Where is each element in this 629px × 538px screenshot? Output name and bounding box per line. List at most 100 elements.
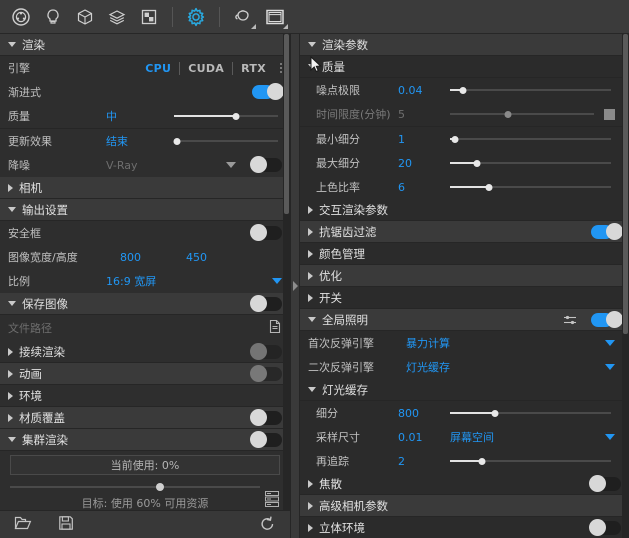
section-render[interactable]: 渲染 [0,34,290,56]
light-bulb-icon[interactable] [38,3,68,31]
shading-rate-slider[interactable] [450,180,611,194]
section-caustics[interactable]: 焦散 [300,473,629,495]
safe-frame-toggle[interactable] [252,226,282,240]
render-nodes-icon[interactable] [264,490,280,510]
lc-sample-mode-value[interactable]: 屏幕空间 [450,429,494,445]
file-path-input[interactable]: 文件路径 [8,320,262,336]
engine-option-rtx[interactable]: RTX [233,62,274,75]
engine-option-cpu[interactable]: CPU [137,62,179,75]
open-file-icon[interactable] [14,515,32,534]
ratio-chevron-down-icon[interactable] [272,278,282,284]
section-color-management-label: 颜色管理 [319,246,365,262]
lc-subdivs-slider[interactable] [450,406,611,420]
primary-bounce-chevron-down-icon[interactable] [605,340,615,346]
section-antialiasing[interactable]: 抗锯齿过滤 [300,221,629,243]
min-subdivs-slider[interactable] [450,132,611,146]
lc-sample-size-value[interactable]: 0.01 [398,431,444,444]
section-volumetric[interactable]: 立体环境 [300,517,629,538]
progressive-toggle[interactable] [252,85,282,99]
min-subdivs-label: 最小细分 [308,131,392,147]
teapot-dropdown-arrow[interactable] [251,24,256,29]
section-render-params[interactable]: 渲染参数 [300,34,629,56]
section-global-illumination[interactable]: 全局照明 [300,309,629,331]
engine-more-icon[interactable] [280,63,282,73]
current-usage-display: 当前使用: 0% [10,455,280,475]
section-camera[interactable]: 相机 [0,177,290,199]
denoise-chevron-down-icon[interactable] [226,162,236,168]
engine-option-cuda[interactable]: CUDA [180,62,232,75]
save-file-icon[interactable] [58,515,74,534]
quality-value[interactable]: 中 [106,108,168,124]
checker-icon[interactable] [134,3,164,31]
collapse-panel-arrow-icon[interactable] [293,281,298,291]
row-ratio: 比例 16:9 宽屏 [0,269,290,293]
left-panel-scroll[interactable]: 渲染 引擎 CPU CUDA RTX [0,34,290,510]
target-usage-slider[interactable] [10,481,260,493]
section-output[interactable]: 输出设置 [0,199,290,221]
cube-icon[interactable] [70,3,100,31]
section-resumable[interactable]: 接续渲染 [0,341,290,363]
min-subdivs-value[interactable]: 1 [398,133,444,146]
section-advanced-camera-label: 高级相机参数 [319,498,388,514]
section-environment[interactable]: 环境 [0,385,290,407]
noise-limit-value[interactable]: 0.04 [398,84,444,97]
noise-limit-slider[interactable] [450,83,611,97]
quality-slider[interactable] [174,109,278,123]
max-subdivs-slider[interactable] [450,156,611,170]
teapot-icon[interactable] [228,3,258,31]
left-panel-scrollbar[interactable] [283,34,290,510]
secondary-bounce-value[interactable]: 灯光缓存 [406,359,450,375]
gi-settings-icon[interactable] [563,314,577,326]
caustics-toggle[interactable] [591,477,621,491]
section-optimization[interactable]: 优化 [300,265,629,287]
distributed-toggle[interactable] [252,433,282,447]
layers-icon[interactable] [102,3,132,31]
resumable-toggle[interactable] [252,345,282,359]
lc-sample-mode-chevron-down-icon[interactable] [605,434,615,440]
secondary-bounce-chevron-down-icon[interactable] [605,364,615,370]
row-denoise: 降噪 V-Ray [0,153,290,177]
section-switches[interactable]: 开关 [300,287,629,309]
section-color-management[interactable]: 颜色管理 [300,243,629,265]
image-height-value[interactable]: 450 [186,251,207,264]
reset-icon[interactable] [259,515,276,535]
material-override-toggle[interactable] [252,411,282,425]
lc-retrace-value[interactable]: 2 [398,455,444,468]
chevron-right-icon [308,250,313,258]
section-animation[interactable]: 动画 [0,363,290,385]
section-save-image[interactable]: 保存图像 [0,293,290,315]
max-subdivs-value[interactable]: 20 [398,157,444,170]
render-globe-icon[interactable] [6,3,36,31]
lc-subdivs-value[interactable]: 800 [398,407,444,420]
update-effects-value[interactable]: 结束 [106,133,168,149]
section-advanced-camera[interactable]: 高级相机参数 [300,495,629,517]
gi-toggle[interactable] [591,313,621,327]
section-material-override[interactable]: 材质覆盖 [0,407,290,429]
time-limit-value[interactable]: 5 [398,108,444,121]
panel-splitter[interactable] [290,34,300,538]
section-light-cache[interactable]: 灯光缓存 [300,379,629,401]
file-browse-icon[interactable] [268,319,282,337]
primary-bounce-value[interactable]: 暴力计算 [406,335,450,351]
lc-retrace-slider[interactable] [450,454,611,468]
update-effects-slider[interactable] [174,134,278,148]
antialiasing-toggle[interactable] [591,225,621,239]
section-quality[interactable]: 质量 [300,56,629,78]
framebuffer-dropdown-arrow[interactable] [283,24,288,29]
gear-icon[interactable] [181,3,211,31]
frame-buffer-icon[interactable] [260,3,290,31]
section-interactive[interactable]: 交互渲染参数 [300,199,629,221]
section-distributed-render[interactable]: 集群渲染 [0,429,290,451]
image-width-value[interactable]: 800 [120,251,180,264]
denoise-value[interactable]: V-Ray [106,159,168,172]
ratio-value[interactable]: 16:9 宽屏 [106,273,156,289]
animation-toggle[interactable] [252,367,282,381]
save-image-toggle[interactable] [252,297,282,311]
shading-rate-value[interactable]: 6 [398,181,444,194]
time-limit-checkbox[interactable] [604,109,615,120]
volumetric-toggle[interactable] [591,521,621,535]
time-limit-slider[interactable] [450,107,594,121]
denoise-toggle[interactable] [252,158,282,172]
right-panel-scrollbar[interactable] [622,34,629,538]
chevron-down-icon [8,207,16,212]
